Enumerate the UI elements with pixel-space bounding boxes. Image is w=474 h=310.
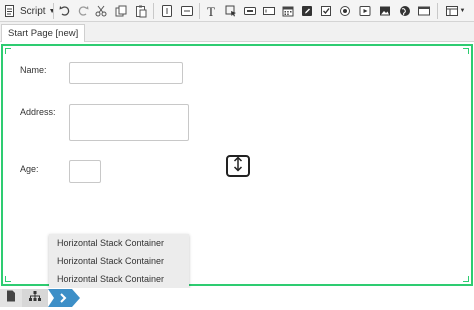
- edit-button[interactable]: [300, 3, 314, 19]
- radio-button[interactable]: [338, 3, 352, 19]
- cursor-icon: [224, 4, 238, 18]
- globe-icon: [398, 4, 412, 18]
- undo-button[interactable]: [57, 3, 73, 19]
- text-button[interactable]: T: [205, 3, 219, 19]
- chevron-down-icon: ▼: [459, 8, 466, 14]
- tab-strip: Start Page [new]: [0, 22, 474, 42]
- page-icon: [6, 289, 16, 307]
- redo-icon: [76, 4, 90, 18]
- hierarchy-icon: [29, 289, 41, 307]
- radio-icon: [338, 4, 352, 18]
- edit-icon: [300, 4, 314, 18]
- address-field[interactable]: [69, 104, 189, 141]
- corner-marker: [5, 276, 11, 282]
- corner-marker: [5, 48, 11, 54]
- tab-start-page[interactable]: Start Page [new]: [1, 24, 86, 42]
- checkbox-icon: [319, 4, 333, 18]
- toolbar-divider: [199, 3, 200, 19]
- container-dropdown: Horizontal Stack Container Horizontal St…: [49, 234, 189, 288]
- checkbox-button[interactable]: [319, 3, 333, 19]
- calendar-icon: [281, 4, 295, 18]
- button-icon: [243, 4, 257, 18]
- input-field-icon: [262, 4, 276, 18]
- script-icon: [3, 4, 17, 18]
- age-label: Age:: [20, 164, 39, 174]
- script-menu-button[interactable]: Script ▼: [3, 3, 56, 19]
- toolbar-divider: [437, 3, 438, 19]
- text-icon: T: [205, 4, 219, 18]
- vertical-stack-icon: [160, 4, 174, 18]
- undo-icon: [58, 4, 72, 18]
- cut-button[interactable]: [93, 3, 109, 19]
- address-label: Address:: [20, 107, 56, 117]
- breadcrumb: [0, 288, 474, 310]
- toolbar-divider: [153, 3, 154, 19]
- corner-marker: [463, 48, 469, 54]
- toolbar: Script ▼ T ▼: [0, 0, 474, 22]
- breadcrumb-hierarchy[interactable]: [22, 289, 48, 307]
- toolbar-divider: [53, 3, 54, 19]
- image-icon: [378, 4, 392, 18]
- paste-icon: [134, 4, 148, 18]
- name-label: Name:: [20, 65, 47, 75]
- horizontal-stack-icon: [180, 4, 194, 18]
- horizontal-stack-button[interactable]: [179, 3, 195, 19]
- vertical-resize-icon: [232, 155, 244, 177]
- table-button[interactable]: [417, 3, 431, 19]
- globe-button[interactable]: [398, 3, 412, 19]
- cut-icon: [94, 4, 108, 18]
- breadcrumb-page[interactable]: [0, 289, 22, 307]
- name-field[interactable]: [69, 62, 183, 84]
- vertical-stack-button[interactable]: [159, 3, 175, 19]
- button-widget-button[interactable]: [243, 3, 257, 19]
- cursor-button[interactable]: [224, 3, 238, 19]
- redo-button[interactable]: [75, 3, 91, 19]
- vertical-resize-handle[interactable]: [226, 155, 250, 177]
- layout-menu-button[interactable]: ▼: [443, 3, 467, 19]
- menu-item-horizontal-stack[interactable]: Horizontal Stack Container: [49, 235, 189, 252]
- table-icon: [417, 4, 431, 18]
- calendar-button[interactable]: [281, 3, 295, 19]
- breadcrumb-current[interactable]: [48, 289, 80, 307]
- copy-button[interactable]: [113, 3, 129, 19]
- age-field[interactable]: [69, 160, 101, 183]
- video-icon: [358, 4, 372, 18]
- layout-icon: [445, 4, 459, 18]
- video-button[interactable]: [358, 3, 372, 19]
- menu-item-horizontal-stack[interactable]: Horizontal Stack Container: [49, 271, 189, 288]
- image-button[interactable]: [378, 3, 392, 19]
- input-field-button[interactable]: [262, 3, 276, 19]
- corner-marker: [463, 276, 469, 282]
- copy-icon: [114, 4, 128, 18]
- svg-text:T: T: [207, 4, 215, 18]
- menu-item-horizontal-stack[interactable]: Horizontal Stack Container: [49, 253, 189, 270]
- script-label: Script: [20, 5, 46, 17]
- paste-button[interactable]: [133, 3, 149, 19]
